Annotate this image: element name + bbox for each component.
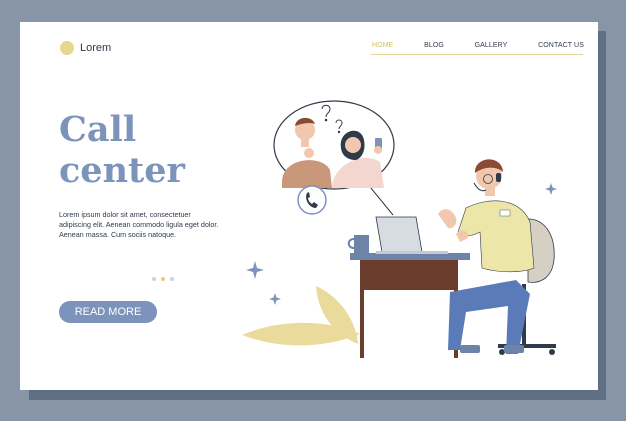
sparkle-icon xyxy=(269,293,281,305)
call-center-illustration xyxy=(242,100,557,358)
phone-icon xyxy=(297,185,327,215)
sparkle-icon xyxy=(545,183,557,195)
mug-icon xyxy=(347,235,369,253)
landing-card: Lorem HOME BLOG GALLERY CONTACT US Call … xyxy=(20,22,598,390)
laptop-icon xyxy=(375,216,448,254)
sparkle-icon xyxy=(246,261,264,279)
